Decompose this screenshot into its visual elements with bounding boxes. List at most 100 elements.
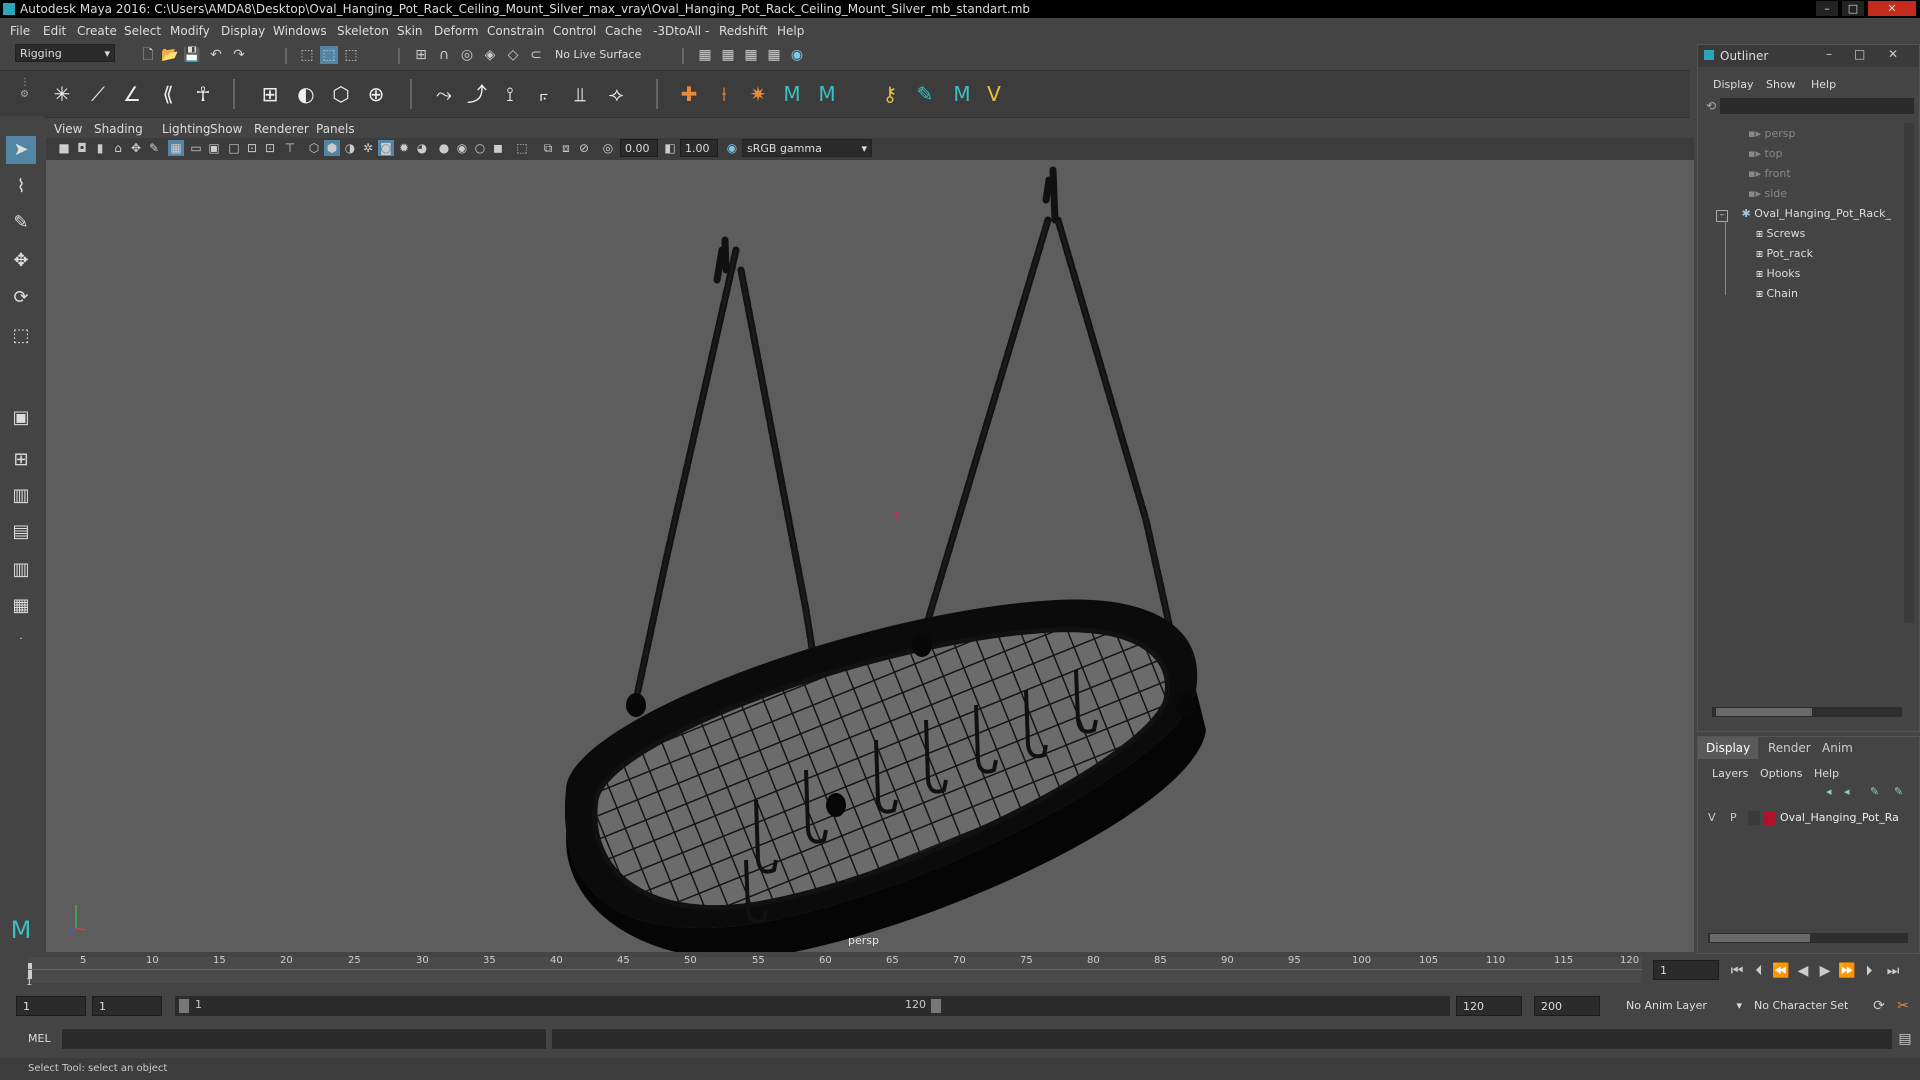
maya-m-icon[interactable]: M (778, 80, 806, 108)
step-back-key-icon[interactable]: ⏪ (1772, 962, 1790, 980)
ik-spline-icon[interactable]: ∠ (118, 80, 146, 108)
render-view-icon[interactable]: ◉ (788, 46, 806, 64)
range-slider-start-handle[interactable] (179, 999, 189, 1013)
menu-3dtoall[interactable]: -3DtoAll - (653, 24, 709, 38)
isolate-select-icon[interactable]: ◼ (490, 140, 506, 156)
lattice-icon[interactable]: ⊞ (256, 80, 284, 108)
list-item[interactable]: ▪▸ persp (1748, 125, 1795, 143)
select-component-icon[interactable]: ⬚ (342, 46, 360, 64)
close-button[interactable]: ✕ (1868, 1, 1916, 16)
persp-graph-layout-icon[interactable]: ▥ (6, 556, 36, 584)
safe-title-icon[interactable]: ⊤ (282, 140, 298, 156)
menu-deform[interactable]: Deform (434, 24, 479, 38)
command-language-label[interactable]: MEL (28, 1032, 51, 1045)
outliner-vertical-scrollbar[interactable] (1904, 123, 1914, 623)
grease-pencil-icon[interactable]: ✎ (146, 140, 162, 156)
time-slider-track[interactable]: 1 5 10 15 20 25 30 35 40 45 50 55 60 65 … (26, 955, 1642, 988)
render-settings-icon[interactable]: ▦ (742, 46, 760, 64)
tab-anim[interactable]: Anim (1814, 737, 1861, 759)
redo-icon[interactable]: ↷ (230, 46, 248, 64)
key-tool-icon[interactable]: ⚷ (876, 80, 904, 108)
gamma-icon[interactable]: ◧ (662, 140, 678, 156)
paint-select-tool-icon[interactable]: ✎ (6, 209, 36, 237)
snap-surface-icon[interactable]: ◇ (504, 46, 522, 64)
menu-create[interactable]: Create (77, 24, 117, 38)
new-layer-selected-icon[interactable]: ✎ (1894, 785, 1903, 798)
outliner-maximize-button[interactable]: □ (1854, 47, 1865, 61)
panel-menu-view[interactable]: View (54, 122, 82, 136)
exposure-icon[interactable]: ◎ (600, 140, 616, 156)
menu-redshift[interactable]: Redshift (719, 24, 768, 38)
maya-m-alt-icon[interactable]: M (813, 80, 841, 108)
menu-skeleton[interactable]: Skeleton (337, 24, 389, 38)
collapse-icon[interactable]: – (1716, 210, 1728, 222)
resolution-gate-icon[interactable]: ▣ (206, 140, 222, 156)
v-tool-icon[interactable]: V (980, 80, 1008, 108)
move-tool-icon[interactable]: ✥ (6, 247, 36, 275)
sculpt-icon[interactable]: ⊕ (362, 80, 390, 108)
go-to-start-icon[interactable]: ⏮ (1728, 962, 1746, 980)
render-icon[interactable]: ▦ (696, 46, 714, 64)
scale-tool-icon[interactable]: ⬚ (6, 322, 36, 350)
move-layer-up-icon[interactable]: ◂ (1826, 785, 1832, 798)
image-plane-icon[interactable]: ⌂ (110, 140, 126, 156)
animation-preferences-icon[interactable]: ✂ (1894, 997, 1912, 1015)
snap-point-icon[interactable]: ◎ (458, 46, 476, 64)
list-item[interactable]: ▪▸ side (1748, 185, 1787, 203)
current-frame-field[interactable]: 1 (1653, 960, 1719, 980)
colorspace-dropdown[interactable]: sRGB gamma ▾ (742, 139, 872, 157)
undo-icon[interactable]: ↶ (207, 46, 225, 64)
point-constraint-icon[interactable]: ⟊ (710, 80, 738, 108)
brush-tool-icon[interactable]: ✎ (911, 80, 939, 108)
list-item[interactable]: ⧆ Chain (1756, 285, 1798, 303)
layer-row[interactable]: V P Oval_Hanging_Pot_Ra (1704, 809, 1910, 827)
outliner-horizontal-scrollbar[interactable] (1712, 707, 1902, 717)
step-forward-frame-icon[interactable]: ⏵ (1860, 962, 1878, 980)
film-gate-icon[interactable]: ▭ (188, 140, 204, 156)
outliner-close-button[interactable]: ✕ (1888, 47, 1898, 61)
layer-color-swatch[interactable] (1764, 811, 1776, 825)
select-tool-icon[interactable]: ➤ (6, 136, 36, 164)
screen-space-ao-icon[interactable]: ◕ (414, 140, 430, 156)
copy-weights-icon[interactable]: ⟢ (602, 80, 630, 108)
single-perspective-layout-icon[interactable]: ▣ (6, 404, 36, 432)
layer-horizontal-scrollbar[interactable] (1708, 933, 1908, 943)
layer-visibility-toggle[interactable]: V (1708, 811, 1716, 824)
play-forwards-icon[interactable]: ▶ (1816, 962, 1834, 980)
new-scene-icon[interactable]: 🗋 (139, 46, 157, 64)
snap-view-icon[interactable]: ◈ (481, 46, 499, 64)
mode-dropdown[interactable]: Rigging ▾ (15, 44, 115, 62)
auto-key-icon[interactable]: ⟳ (1870, 997, 1888, 1015)
camera-lock-icon[interactable]: ◘ (74, 140, 90, 156)
humanik-icon[interactable]: ☥ (189, 80, 217, 108)
maya-logo-icon[interactable]: M (948, 80, 976, 108)
menu-cache[interactable]: Cache (605, 24, 642, 38)
persp-outliner-layout-icon[interactable]: ▤ (6, 518, 36, 546)
safe-action-icon[interactable]: ⊡ (262, 140, 278, 156)
outliner-menu-help[interactable]: Help (1811, 78, 1836, 91)
maximize-button[interactable]: □ (1842, 1, 1864, 16)
outliner-menu-display[interactable]: Display (1713, 78, 1754, 91)
minimize-button[interactable]: – (1816, 1, 1838, 16)
depth-of-field-icon[interactable]: ○ (472, 140, 488, 156)
two-view-layout-icon[interactable]: ▥ (6, 482, 36, 510)
panel-menu-shading[interactable]: Shading (94, 122, 143, 136)
smooth-bind-icon[interactable]: ⤴ (463, 80, 491, 108)
two-d-pan-icon[interactable]: ✥ (128, 140, 144, 156)
outliner-search-input[interactable] (1720, 98, 1914, 114)
play-backwards-icon[interactable]: ◀ (1794, 962, 1812, 980)
detach-skin-icon[interactable]: ⟔ (530, 80, 558, 108)
backface-culling-icon[interactable]: ⊘ (576, 140, 592, 156)
xray-joints-icon[interactable]: ⧉ (540, 140, 556, 156)
command-input[interactable] (62, 1029, 546, 1049)
panel-menu-panels[interactable]: Panels (316, 122, 355, 136)
open-scene-icon[interactable]: 📂 (161, 46, 179, 64)
xray-icon[interactable]: ⬚ (514, 140, 530, 156)
select-object-icon[interactable]: ⬚ (320, 46, 338, 64)
playback-end-field[interactable]: 120 (1456, 996, 1522, 1016)
scrollbar-thumb[interactable] (1710, 934, 1810, 942)
layer-playback-toggle[interactable]: P (1730, 811, 1737, 824)
range-slider-end-handle[interactable] (931, 999, 941, 1013)
gate-mask-icon[interactable]: □ (226, 140, 242, 156)
parent-constraint-icon[interactable]: ✚ (675, 80, 703, 108)
